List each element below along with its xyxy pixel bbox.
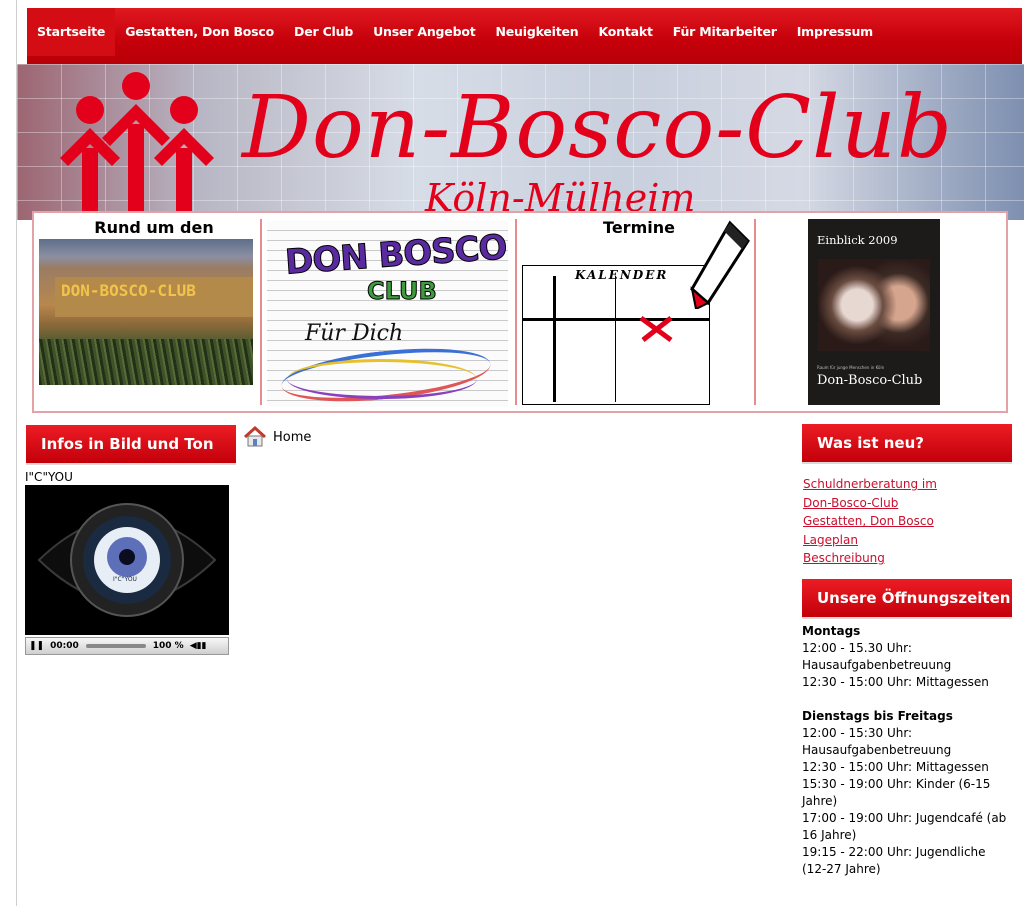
video-player-screen[interactable]: I"C"YOU xyxy=(25,485,229,635)
news-link-don-bosco-club[interactable]: Don-Bosco-Club xyxy=(803,494,1003,513)
eye-icon xyxy=(37,503,217,617)
hours-line: 12:00 - 15:30 Uhr: xyxy=(802,726,913,740)
hours-line: Jahre) xyxy=(802,794,838,808)
nav-startseite[interactable]: Startseite xyxy=(27,8,116,56)
nav-impressum[interactable]: Impressum xyxy=(787,8,883,56)
news-link-beschreibung[interactable]: Beschreibung xyxy=(803,549,1003,568)
hours-line: 12:00 - 15.30 Uhr: xyxy=(802,641,912,655)
player-time: 00:00 xyxy=(50,641,79,651)
player-volume-label: 100 % xyxy=(152,641,184,651)
nav-gestatten-don-bosco[interactable]: Gestatten, Don Bosco xyxy=(115,8,284,56)
don-bosco-logo-icon xyxy=(60,72,214,218)
progress-slider[interactable] xyxy=(85,644,146,648)
hours-line: 15:30 - 19:00 Uhr: Kinder (6-15 xyxy=(802,777,991,791)
drawing-club: CLUB xyxy=(367,277,438,306)
hours-line: 17:00 - 19:00 Uhr: Jugendcafé (ab xyxy=(802,811,1007,825)
drawing-headline: DON BOSCO xyxy=(283,227,508,283)
news-links: Schuldnerberatung im Don-Bosco-Club Gest… xyxy=(803,475,1003,568)
nav-unser-angebot[interactable]: Unser Angebot xyxy=(363,8,485,56)
main-navigation: Startseite Gestatten, Don Bosco Der Club… xyxy=(27,8,1022,64)
tile-termine-heading: Termine xyxy=(603,218,675,237)
news-link-lageplan[interactable]: Lageplan xyxy=(803,531,1003,550)
einblick-title: Einblick 2009 xyxy=(817,233,898,247)
tile-divider xyxy=(260,219,262,405)
home-icon[interactable] xyxy=(243,426,267,448)
infos-box-title: Infos in Bild und Ton xyxy=(26,425,236,463)
video-controls: ❚❚ 00:00 100 % ◀▮▮ xyxy=(25,637,229,655)
pencil-icon xyxy=(690,220,750,309)
hours-line: 12:30 - 15:00 Uhr: Mittagessen xyxy=(802,760,989,774)
hours-monday-label: Montags xyxy=(802,624,861,638)
news-box-title: Was ist neu? xyxy=(802,424,1012,462)
nav-fuer-mitarbeiter[interactable]: Für Mitarbeiter xyxy=(663,8,787,56)
nav-neuigkeiten[interactable]: Neuigkeiten xyxy=(486,8,589,56)
video-caption: I"C"YOU xyxy=(25,470,73,484)
hours-line: 16 Jahre) xyxy=(802,828,857,842)
opening-hours: Montags 12:00 - 15.30 Uhr: Hausaufgabenb… xyxy=(802,623,1012,878)
banner-title: Don-Bosco-Club xyxy=(242,78,954,178)
news-link-schuldnerberatung[interactable]: Schuldnerberatung im xyxy=(803,475,1003,494)
tile-divider xyxy=(515,219,517,405)
einblick-tagline: Raum für junge Menschen in Köln xyxy=(817,365,885,370)
breadcrumb-home[interactable]: Home xyxy=(273,430,311,445)
einblick-footer: Don-Bosco-Club xyxy=(817,373,923,388)
tile-drawing-image[interactable]: DON BOSCO CLUB Für Dich xyxy=(267,221,508,407)
tile-divider xyxy=(754,219,756,405)
tile-club-image[interactable]: DON-BOSCO-CLUB xyxy=(39,239,253,385)
calendar-label: KALENDER xyxy=(575,268,669,282)
club-sign-text: DON-BOSCO-CLUB xyxy=(61,281,196,300)
hours-weekdays-label: Dienstags bis Freitags xyxy=(802,709,953,723)
nav-der-club[interactable]: Der Club xyxy=(284,8,363,56)
tile-einblick-image[interactable]: Einblick 2009 Raum für junge Menschen in… xyxy=(808,219,940,405)
breadcrumb: Home xyxy=(243,426,311,448)
drawing-fuer-dich: Für Dich xyxy=(305,321,404,346)
nav-kontakt[interactable]: Kontakt xyxy=(588,8,662,56)
volume-icon[interactable]: ◀▮▮ xyxy=(187,641,210,651)
hours-line: Hausaufgabenbetreuung xyxy=(802,658,952,672)
feature-tiles: Rund um den Club DON-BOSCO-CLUB DON BOSC… xyxy=(32,211,1008,413)
header-banner: Don-Bosco-Club Köln-Mülheim xyxy=(17,64,1024,220)
pause-icon[interactable]: ❚❚ xyxy=(26,641,47,651)
hours-box-title: Unsere Öffnungszeiten xyxy=(802,579,1012,617)
hours-line: (12-27 Jahre) xyxy=(802,862,881,876)
video-center-text: I"C"YOU xyxy=(113,576,137,583)
hours-line: Hausaufgabenbetreuung xyxy=(802,743,952,757)
news-link-gestatten[interactable]: Gestatten, Don Bosco xyxy=(803,512,1003,531)
hours-line: 19:15 - 22:00 Uhr: Jugendliche xyxy=(802,845,986,859)
hours-line: 12:30 - 15:00 Uhr: Mittagessen xyxy=(802,675,989,689)
calendar-cross-icon xyxy=(639,315,673,343)
